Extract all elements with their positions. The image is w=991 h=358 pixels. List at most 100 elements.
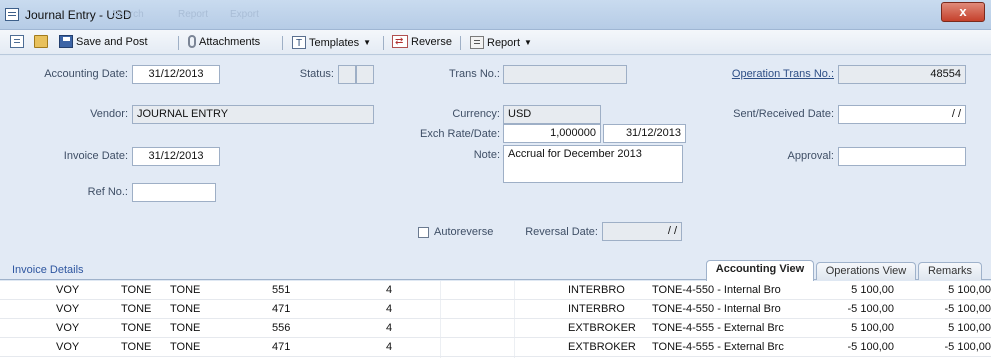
status-field-a <box>338 65 356 84</box>
cell-qty: 4 <box>386 284 393 296</box>
cell-code: 551 <box>272 284 291 296</box>
cell-c2: TONE <box>121 341 152 353</box>
tab-accounting-view[interactable]: Accounting View <box>706 260 814 281</box>
close-button[interactable]: x <box>941 2 985 22</box>
report-icon <box>470 36 484 49</box>
status-label: Status: <box>299 68 334 80</box>
chevron-down-icon: ▼ <box>363 38 372 47</box>
invoice-details-grid: VOY TONE TONE 551 4 INTERBRO TONE-4-550 … <box>0 281 991 358</box>
table-row[interactable]: VOY TONE TONE 471 4 INTERBRO TONE-4-550 … <box>0 300 991 319</box>
table-row[interactable]: VOY TONE TONE 551 4 INTERBRO TONE-4-550 … <box>0 281 991 300</box>
table-row[interactable]: VOY TONE TONE 471 4 EXTBROKER TONE-4-555… <box>0 338 991 357</box>
cell-c2: TONE <box>121 284 152 296</box>
approval-field[interactable] <box>838 147 966 166</box>
template-icon <box>292 35 306 52</box>
cell-code: 471 <box>272 303 291 315</box>
cell-description: TONE-4-550 - Internal Bro <box>652 303 781 315</box>
toolbar-separator <box>383 36 384 50</box>
chevron-down-icon: ▼ <box>524 38 532 47</box>
cell-qty: 4 <box>386 322 393 334</box>
currency-field: USD <box>503 105 601 124</box>
save-and-post-button[interactable]: Save and Post <box>59 34 148 51</box>
table-row[interactable]: VOY TONE TONE 556 4 EXTBROKER TONE-4-555… <box>0 319 991 338</box>
templates-label: Templates <box>309 37 360 49</box>
open-folder-button[interactable] <box>34 34 51 51</box>
cell-amount: 5 100,00 <box>851 284 894 296</box>
cell-c2: TONE <box>121 322 152 334</box>
accounting-date-field[interactable]: 31/12/2013 <box>132 65 220 84</box>
cell-description: TONE-4-555 - External Brc <box>652 341 784 353</box>
window-titlebar: Journal Entry - USD Search Report Export… <box>0 0 991 30</box>
cell-description: TONE-4-550 - Internal Bro <box>652 284 781 296</box>
autoreverse-checkbox[interactable] <box>418 227 429 238</box>
tab-remarks[interactable]: Remarks <box>918 262 982 280</box>
sent-received-date-label: Sent/Received Date: <box>733 108 834 120</box>
trans-no-field <box>503 65 627 84</box>
reverse-label: Reverse <box>411 36 452 48</box>
cell-qty: 4 <box>386 341 393 353</box>
cell-ledger: INTERBRO <box>568 284 625 296</box>
cell-type: VOY <box>56 322 80 334</box>
reverse-button[interactable]: Reverse <box>392 33 452 51</box>
ref-no-field[interactable] <box>132 183 216 202</box>
ref-no-label: Ref No.: <box>87 186 128 198</box>
report-dropdown[interactable]: Report ▼ <box>470 34 532 51</box>
journal-icon-button[interactable] <box>10 34 27 51</box>
cell-type: VOY <box>56 284 80 296</box>
toolbar-separator <box>178 36 179 50</box>
ghost-menu-export: Export <box>230 9 259 20</box>
ghost-menu-report: Report <box>178 9 209 20</box>
journal-entry-form: Accounting Date: 31/12/2013 Status: Tran… <box>0 56 991 259</box>
toolbar-separator <box>460 36 461 50</box>
exch-date-field[interactable]: 31/12/2013 <box>603 124 686 143</box>
cell-c2: TONE <box>121 303 152 315</box>
cell-total: 5 100,00 <box>948 284 991 296</box>
journal-window-icon <box>5 8 19 21</box>
cell-c3: TONE <box>170 284 201 296</box>
currency-label: Currency: <box>452 108 500 120</box>
save-icon <box>59 35 73 48</box>
tab-operations-view[interactable]: Operations View <box>816 262 916 280</box>
reversal-date-field: / / <box>602 222 682 241</box>
trans-no-label: Trans No.: <box>449 68 500 80</box>
reverse-icon <box>392 33 408 50</box>
cell-qty: 4 <box>386 303 393 315</box>
sent-received-date-field[interactable]: / / <box>838 105 966 124</box>
vendor-label: Vendor: <box>90 108 128 120</box>
toolbar-separator <box>282 36 283 50</box>
cell-amount: -5 100,00 <box>847 303 894 315</box>
cell-ledger: EXTBROKER <box>568 341 636 353</box>
invoice-date-field[interactable]: 31/12/2013 <box>132 147 220 166</box>
templates-dropdown[interactable]: Templates▼ <box>292 34 372 52</box>
cell-total: -5 100,00 <box>944 303 991 315</box>
note-label: Note: <box>473 149 500 161</box>
cell-amount: 5 100,00 <box>851 322 894 334</box>
paperclip-icon <box>188 35 196 48</box>
cell-total: 5 100,00 <box>948 322 991 334</box>
exch-rate-field[interactable]: 1,000000 <box>503 124 601 143</box>
save-and-post-label: Save and Post <box>76 36 148 48</box>
invoice-details-bar: Invoice Details Accounting View Operatio… <box>0 259 991 281</box>
operation-trans-no-link[interactable]: Operation Trans No.: <box>690 68 834 80</box>
cell-amount: -5 100,00 <box>847 341 894 353</box>
cell-c3: TONE <box>170 341 201 353</box>
attachments-button[interactable]: Attachments <box>188 34 260 51</box>
cell-description: TONE-4-555 - External Brc <box>652 322 784 334</box>
cell-ledger: INTERBRO <box>568 303 625 315</box>
note-field[interactable]: Accrual for December 2013 <box>503 145 683 183</box>
autoreverse-label: Autoreverse <box>434 226 494 238</box>
vendor-field: JOURNAL ENTRY <box>132 105 374 124</box>
cell-total: -5 100,00 <box>944 341 991 353</box>
report-label: Report <box>487 37 521 49</box>
folder-icon <box>34 35 48 48</box>
operation-trans-no-field: 48554 <box>838 65 966 84</box>
attachments-label: Attachments <box>199 36 261 48</box>
reversal-date-label: Reversal Date: <box>525 226 598 238</box>
cell-type: VOY <box>56 341 80 353</box>
cell-code: 471 <box>272 341 291 353</box>
accounting-date-label: Accounting Date: <box>44 68 128 80</box>
cell-ledger: EXTBROKER <box>568 322 636 334</box>
cell-type: VOY <box>56 303 80 315</box>
exch-rate-date-label: Exch Rate/Date: <box>420 128 501 140</box>
invoice-details-title: Invoice Details <box>12 264 84 276</box>
